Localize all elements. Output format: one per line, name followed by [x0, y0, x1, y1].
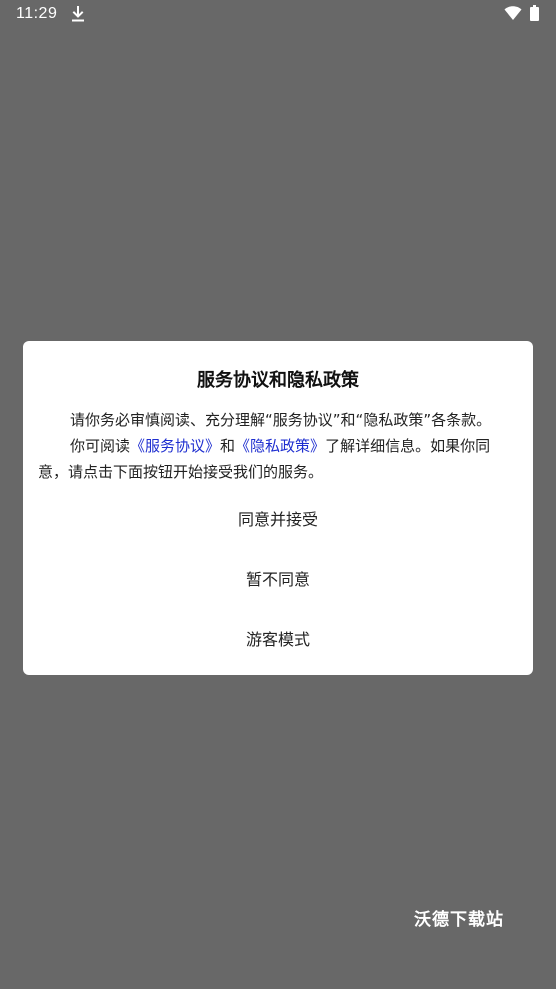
wifi-icon — [504, 6, 522, 20]
and-text: 和 — [220, 437, 236, 455]
status-time: 11:29 — [16, 5, 58, 22]
watermark: 沃德下载站 — [414, 910, 504, 930]
status-bar: 11:29 — [0, 0, 556, 30]
disagree-button[interactable]: 暂不同意 — [23, 566, 533, 590]
dialog-paragraph-2: 你可阅读《服务协议》和《隐私政策》了解详细信息。如果你同意，请点击下面按钮开始接… — [38, 433, 516, 485]
agreement-dialog: 服务协议和隐私政策 请你务必审慎阅读、充分理解“服务协议”和“隐私政策”各条款。… — [23, 341, 533, 675]
dialog-title: 服务协议和隐私政策 — [197, 370, 359, 391]
dialog-paragraph-1: 请你务必审慎阅读、充分理解“服务协议”和“隐私政策”各条款。 — [70, 411, 492, 429]
paragraph-prefix: 你可阅读 — [70, 437, 131, 455]
service-agreement-link[interactable]: 《服务协议》 — [130, 437, 220, 455]
download-icon — [72, 6, 84, 22]
agree-button[interactable]: 同意并接受 — [23, 506, 533, 530]
dialog-body: 请你务必审慎阅读、充分理解“服务协议”和“隐私政策”各条款。 你可阅读《服务协议… — [38, 407, 516, 485]
battery-icon — [530, 5, 539, 21]
privacy-policy-link[interactable]: 《隐私政策》 — [235, 437, 325, 455]
guest-mode-button[interactable]: 游客模式 — [23, 626, 533, 650]
